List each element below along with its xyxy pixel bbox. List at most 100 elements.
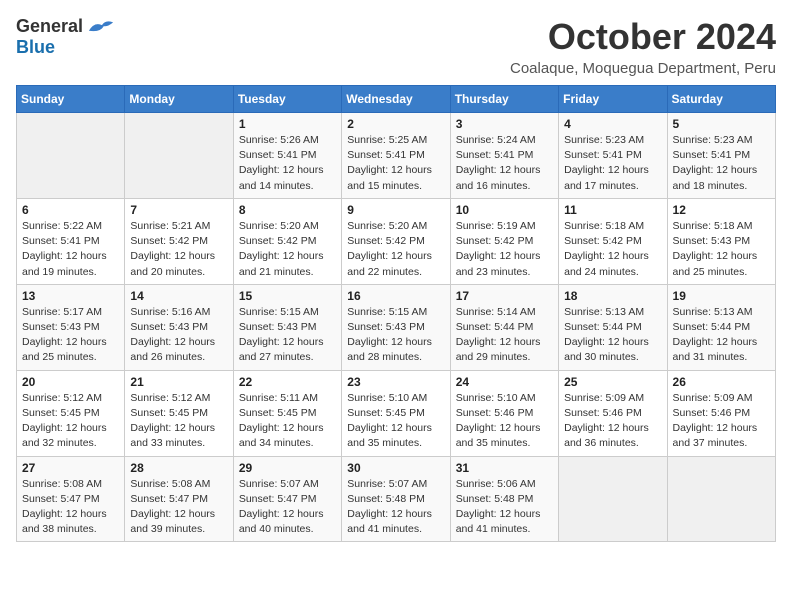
day-info: Sunrise: 5:08 AMSunset: 5:47 PMDaylight:… xyxy=(22,477,119,538)
day-cell: 30Sunrise: 5:07 AMSunset: 5:48 PMDayligh… xyxy=(342,456,450,542)
day-cell: 5 Sunrise: 5:23 AMSunset: 5:41 PMDaylight… xyxy=(667,113,775,199)
day-cell xyxy=(667,456,775,542)
week-row-3: 13Sunrise: 5:17 AMSunset: 5:43 PMDayligh… xyxy=(17,284,776,370)
day-number: 9 xyxy=(347,203,444,217)
title-area: October 2024 Coalaque, Moquegua Departme… xyxy=(510,16,776,77)
day-info: Sunrise: 5:12 AMSunset: 5:45 PMDaylight:… xyxy=(130,391,227,452)
week-row-1: 1 Sunrise: 5:26 AMSunset: 5:41 PMDaylight… xyxy=(17,113,776,199)
day-info: Sunrise: 5:10 AMSunset: 5:45 PMDaylight:… xyxy=(347,391,444,452)
day-info: Sunrise: 5:09 AMSunset: 5:46 PMDaylight:… xyxy=(564,391,661,452)
day-cell: 25Sunrise: 5:09 AMSunset: 5:46 PMDayligh… xyxy=(559,370,667,456)
day-info: Sunrise: 5:14 AMSunset: 5:44 PMDaylight:… xyxy=(456,305,553,366)
day-cell: 8 Sunrise: 5:20 AMSunset: 5:42 PMDaylight… xyxy=(233,198,341,284)
day-info: Sunrise: 5:25 AMSunset: 5:41 PMDaylight:… xyxy=(347,133,444,194)
day-info: Sunrise: 5:16 AMSunset: 5:43 PMDaylight:… xyxy=(130,305,227,366)
day-cell: 16 Sunrise: 5:15 AMSunset: 5:43 PMDayligh… xyxy=(342,284,450,370)
header-monday: Monday xyxy=(125,86,233,113)
day-number: 17 xyxy=(456,289,553,303)
day-info: Sunrise: 5:18 AMSunset: 5:42 PMDaylight:… xyxy=(564,219,661,280)
day-info: Sunrise: 5:12 AMSunset: 5:45 PMDaylight:… xyxy=(22,391,119,452)
day-cell: 20 Sunrise: 5:12 AMSunset: 5:45 PMDayligh… xyxy=(17,370,125,456)
day-number: 1 xyxy=(239,117,336,131)
day-number: 7 xyxy=(130,203,227,217)
logo: General Blue xyxy=(16,16,115,58)
calendar-table: SundayMondayTuesdayWednesdayThursdayFrid… xyxy=(16,85,776,542)
day-info: Sunrise: 5:21 AMSunset: 5:42 PMDaylight:… xyxy=(130,219,227,280)
day-info: Sunrise: 5:18 AMSunset: 5:43 PMDaylight:… xyxy=(673,219,770,280)
day-number: 8 xyxy=(239,203,336,217)
header-sunday: Sunday xyxy=(17,86,125,113)
day-cell: 2 Sunrise: 5:25 AMSunset: 5:41 PMDaylight… xyxy=(342,113,450,199)
day-cell: 19Sunrise: 5:13 AMSunset: 5:44 PMDayligh… xyxy=(667,284,775,370)
day-info: Sunrise: 5:22 AMSunset: 5:41 PMDaylight:… xyxy=(22,219,119,280)
page-header: General Blue October 2024 Coalaque, Moqu… xyxy=(16,16,776,77)
header-row: SundayMondayTuesdayWednesdayThursdayFrid… xyxy=(17,86,776,113)
header-tuesday: Tuesday xyxy=(233,86,341,113)
day-number: 30 xyxy=(347,461,444,475)
day-cell: 18Sunrise: 5:13 AMSunset: 5:44 PMDayligh… xyxy=(559,284,667,370)
week-row-4: 20 Sunrise: 5:12 AMSunset: 5:45 PMDayligh… xyxy=(17,370,776,456)
location-subtitle: Coalaque, Moquegua Department, Peru xyxy=(510,60,776,77)
day-info: Sunrise: 5:09 AMSunset: 5:46 PMDaylight:… xyxy=(673,391,770,452)
day-cell: 24 Sunrise: 5:10 AMSunset: 5:46 PMDayligh… xyxy=(450,370,558,456)
day-info: Sunrise: 5:10 AMSunset: 5:46 PMDaylight:… xyxy=(456,391,553,452)
day-cell xyxy=(17,113,125,199)
day-cell: 3Sunrise: 5:24 AMSunset: 5:41 PMDaylight… xyxy=(450,113,558,199)
day-cell: 23Sunrise: 5:10 AMSunset: 5:45 PMDayligh… xyxy=(342,370,450,456)
day-cell: 17 Sunrise: 5:14 AMSunset: 5:44 PMDayligh… xyxy=(450,284,558,370)
day-cell: 26 Sunrise: 5:09 AMSunset: 5:46 PMDayligh… xyxy=(667,370,775,456)
day-number: 19 xyxy=(673,289,770,303)
header-wednesday: Wednesday xyxy=(342,86,450,113)
day-number: 5 xyxy=(673,117,770,131)
day-number: 27 xyxy=(22,461,119,475)
day-cell: 13Sunrise: 5:17 AMSunset: 5:43 PMDayligh… xyxy=(17,284,125,370)
day-info: Sunrise: 5:23 AMSunset: 5:41 PMDaylight:… xyxy=(564,133,661,194)
day-cell: 7 Sunrise: 5:21 AMSunset: 5:42 PMDaylight… xyxy=(125,198,233,284)
day-number: 14 xyxy=(130,289,227,303)
day-cell: 31 Sunrise: 5:06 AMSunset: 5:48 PMDayligh… xyxy=(450,456,558,542)
header-saturday: Saturday xyxy=(667,86,775,113)
day-info: Sunrise: 5:23 AMSunset: 5:41 PMDaylight:… xyxy=(673,133,770,194)
day-info: Sunrise: 5:20 AMSunset: 5:42 PMDaylight:… xyxy=(239,219,336,280)
day-cell: 15Sunrise: 5:15 AMSunset: 5:43 PMDayligh… xyxy=(233,284,341,370)
day-cell xyxy=(125,113,233,199)
day-info: Sunrise: 5:20 AMSunset: 5:42 PMDaylight:… xyxy=(347,219,444,280)
day-number: 20 xyxy=(22,375,119,389)
day-info: Sunrise: 5:26 AMSunset: 5:41 PMDaylight:… xyxy=(239,133,336,194)
day-number: 2 xyxy=(347,117,444,131)
day-info: Sunrise: 5:07 AMSunset: 5:47 PMDaylight:… xyxy=(239,477,336,538)
day-info: Sunrise: 5:17 AMSunset: 5:43 PMDaylight:… xyxy=(22,305,119,366)
day-number: 24 xyxy=(456,375,553,389)
day-cell xyxy=(559,456,667,542)
day-cell: 27 Sunrise: 5:08 AMSunset: 5:47 PMDayligh… xyxy=(17,456,125,542)
logo-bird-icon xyxy=(87,17,115,37)
day-cell: 1 Sunrise: 5:26 AMSunset: 5:41 PMDaylight… xyxy=(233,113,341,199)
day-number: 21 xyxy=(130,375,227,389)
day-number: 29 xyxy=(239,461,336,475)
day-number: 10 xyxy=(456,203,553,217)
day-number: 4 xyxy=(564,117,661,131)
day-number: 6 xyxy=(22,203,119,217)
day-number: 3 xyxy=(456,117,553,131)
day-number: 22 xyxy=(239,375,336,389)
day-number: 15 xyxy=(239,289,336,303)
day-cell: 6 Sunrise: 5:22 AMSunset: 5:41 PMDaylight… xyxy=(17,198,125,284)
header-friday: Friday xyxy=(559,86,667,113)
day-number: 16 xyxy=(347,289,444,303)
day-info: Sunrise: 5:15 AMSunset: 5:43 PMDaylight:… xyxy=(347,305,444,366)
day-number: 12 xyxy=(673,203,770,217)
day-cell: 12 Sunrise: 5:18 AMSunset: 5:43 PMDayligh… xyxy=(667,198,775,284)
day-cell: 29 Sunrise: 5:07 AMSunset: 5:47 PMDayligh… xyxy=(233,456,341,542)
header-thursday: Thursday xyxy=(450,86,558,113)
week-row-2: 6 Sunrise: 5:22 AMSunset: 5:41 PMDaylight… xyxy=(17,198,776,284)
day-info: Sunrise: 5:11 AMSunset: 5:45 PMDaylight:… xyxy=(239,391,336,452)
logo-general-text: General xyxy=(16,16,83,37)
week-row-5: 27 Sunrise: 5:08 AMSunset: 5:47 PMDayligh… xyxy=(17,456,776,542)
day-info: Sunrise: 5:06 AMSunset: 5:48 PMDaylight:… xyxy=(456,477,553,538)
day-cell: 9 Sunrise: 5:20 AMSunset: 5:42 PMDaylight… xyxy=(342,198,450,284)
day-number: 26 xyxy=(673,375,770,389)
day-cell: 4 Sunrise: 5:23 AMSunset: 5:41 PMDaylight… xyxy=(559,113,667,199)
day-cell: 10Sunrise: 5:19 AMSunset: 5:42 PMDayligh… xyxy=(450,198,558,284)
day-number: 31 xyxy=(456,461,553,475)
day-cell: 28Sunrise: 5:08 AMSunset: 5:47 PMDayligh… xyxy=(125,456,233,542)
